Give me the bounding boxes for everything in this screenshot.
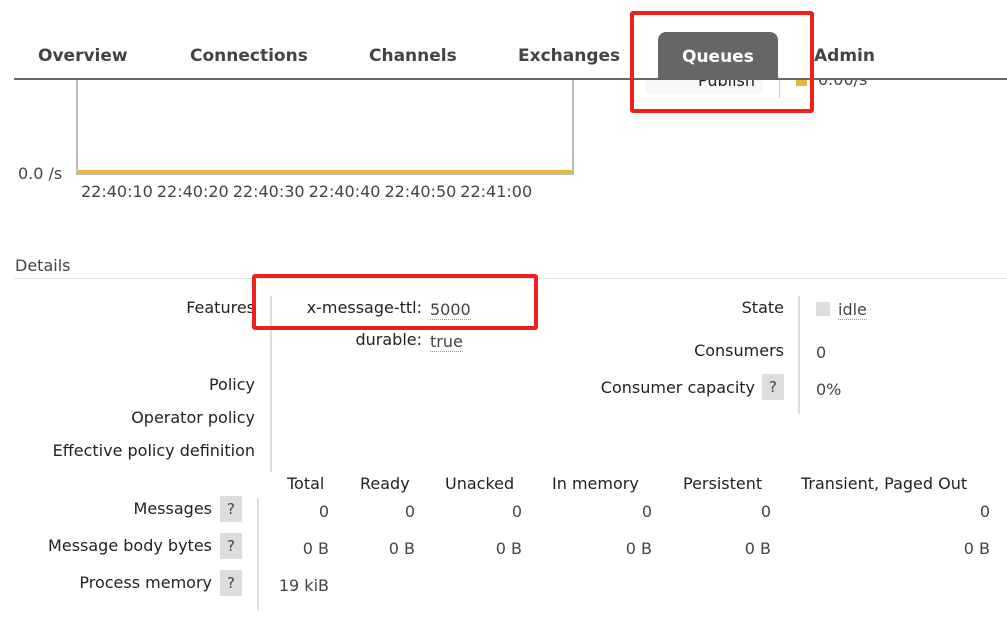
state-divider: [798, 296, 800, 414]
chart-plot-area: [76, 80, 574, 175]
chart-y-tick: 0.0 /s: [18, 164, 63, 183]
cell: 0 B: [388, 539, 415, 558]
policy-label: Policy: [208, 375, 255, 394]
state-indicator-icon: [816, 302, 830, 316]
column-header: Ready: [360, 474, 410, 493]
cell: 0 B: [744, 539, 771, 558]
row-label: Messages: [133, 499, 212, 518]
chart-x-tick: 22:41:00: [460, 182, 533, 201]
chart-x-tick: 22:40:50: [384, 182, 457, 201]
column-header: Transient, Paged Out: [801, 474, 968, 493]
message-body-bytes-help-button[interactable]: ?: [220, 533, 242, 559]
chart-series-publish-line: [78, 170, 572, 173]
tab-connections[interactable]: Connections: [190, 46, 308, 66]
highlight-queues-tab: [630, 11, 814, 113]
cell: 0 B: [495, 539, 522, 558]
state-value-text: idle: [838, 300, 867, 320]
column-header: Unacked: [445, 474, 515, 493]
row-label: Message body bytes: [48, 536, 212, 555]
cell: 0 B: [625, 539, 652, 558]
cell: 0: [979, 502, 990, 521]
state-value: idle: [838, 300, 867, 320]
column-header: Persistent: [683, 474, 763, 493]
column-header: Total: [287, 474, 325, 493]
consumers-value: 0: [816, 343, 827, 362]
cell: 0: [404, 502, 415, 521]
state-label: State: [741, 298, 784, 317]
feature-value: true: [430, 332, 463, 352]
feature-value-text: true: [430, 332, 463, 352]
chart-x-tick: 22:40:30: [232, 182, 305, 201]
cell: 0: [641, 502, 652, 521]
consumer-capacity-label: Consumer capacity: [600, 378, 755, 397]
row-label: Process memory: [79, 573, 212, 592]
messages-help-button[interactable]: ?: [220, 496, 242, 522]
legend-value: 0.00/s: [818, 80, 898, 90]
consumers-label: Consumers: [694, 341, 784, 360]
cell: 0: [511, 502, 522, 521]
stats-divider: [257, 498, 259, 610]
feature-key: durable:: [355, 330, 422, 349]
highlight-ttl: [252, 274, 538, 330]
cell: 0 B: [302, 539, 329, 558]
chart-x-axis: 22:40:10 22:40:20 22:40:30 22:40:40 22:4…: [81, 182, 532, 201]
chart-x-tick: 22:40:40: [308, 182, 381, 201]
operator-policy-label: Operator policy: [131, 408, 255, 427]
cell: 0: [318, 502, 329, 521]
cell: 19 kiB: [278, 576, 329, 595]
consumer-capacity-help-button[interactable]: ?: [762, 374, 784, 400]
tab-admin[interactable]: Admin: [814, 46, 875, 66]
features-label: Features: [186, 298, 255, 317]
section-heading-details[interactable]: Details: [15, 256, 70, 275]
tab-channels[interactable]: Channels: [369, 46, 457, 66]
cell: 0 B: [963, 539, 990, 558]
tab-overview[interactable]: Overview: [38, 46, 128, 66]
tab-exchanges[interactable]: Exchanges: [518, 46, 620, 66]
consumer-capacity-value: 0%: [816, 380, 842, 399]
chart-x-tick: 22:40:10: [81, 182, 153, 201]
effective-policy-label: Effective policy definition: [52, 441, 255, 460]
column-header: In memory: [552, 474, 639, 493]
chart-x-tick: 22:40:20: [156, 182, 229, 201]
process-memory-help-button[interactable]: ?: [220, 570, 242, 596]
cell: 0: [760, 502, 771, 521]
